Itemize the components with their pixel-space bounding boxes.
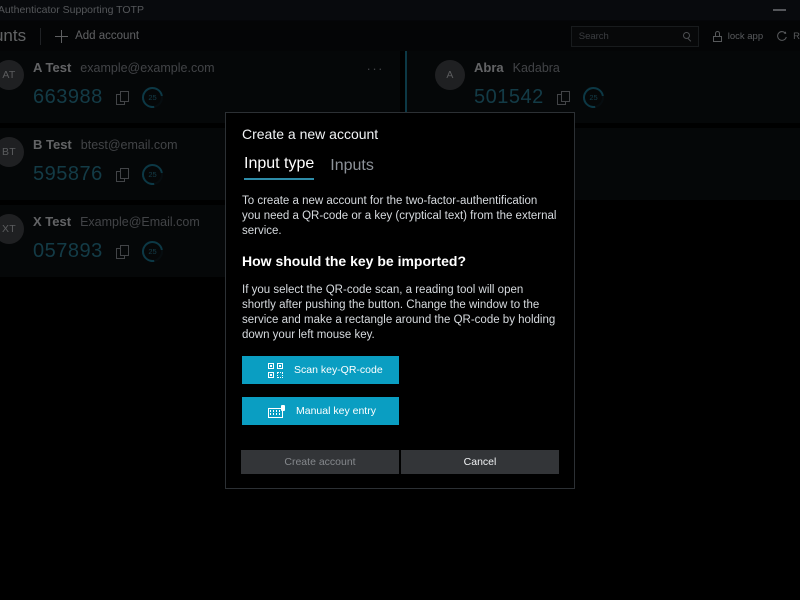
scan-qr-code-button[interactable]: Scan key-QR-code xyxy=(242,356,399,384)
keyboard-icon xyxy=(268,404,285,418)
explanation-text: If you select the QR-code scan, a readin… xyxy=(242,284,556,341)
cancel-button[interactable]: Cancel xyxy=(401,450,559,474)
dialog-tabs: Input type Inputs xyxy=(244,155,574,180)
dialog-title: Create a new account xyxy=(242,126,379,142)
manual-key-entry-button[interactable]: Manual key entry xyxy=(242,397,399,425)
intro-text: To create a new account for the two-fact… xyxy=(242,195,557,237)
manual-key-entry-label: Manual key entry xyxy=(296,405,376,417)
create-account-dialog: Create a new account Input type Inputs T… xyxy=(225,112,575,489)
scan-qr-code-label: Scan key-QR-code xyxy=(294,364,383,376)
app-window: ctor Authenticator Supporting TOTP count… xyxy=(0,0,800,600)
dialog-footer: Create account Cancel xyxy=(226,450,574,488)
subheading: How should the key be imported? xyxy=(242,253,467,269)
tab-inputs[interactable]: Inputs xyxy=(330,157,374,180)
dialog-body: To create a new account for the two-fact… xyxy=(226,180,574,425)
tab-input-type[interactable]: Input type xyxy=(244,155,315,180)
qr-code-icon xyxy=(268,362,283,378)
create-account-button[interactable]: Create account xyxy=(241,450,399,474)
